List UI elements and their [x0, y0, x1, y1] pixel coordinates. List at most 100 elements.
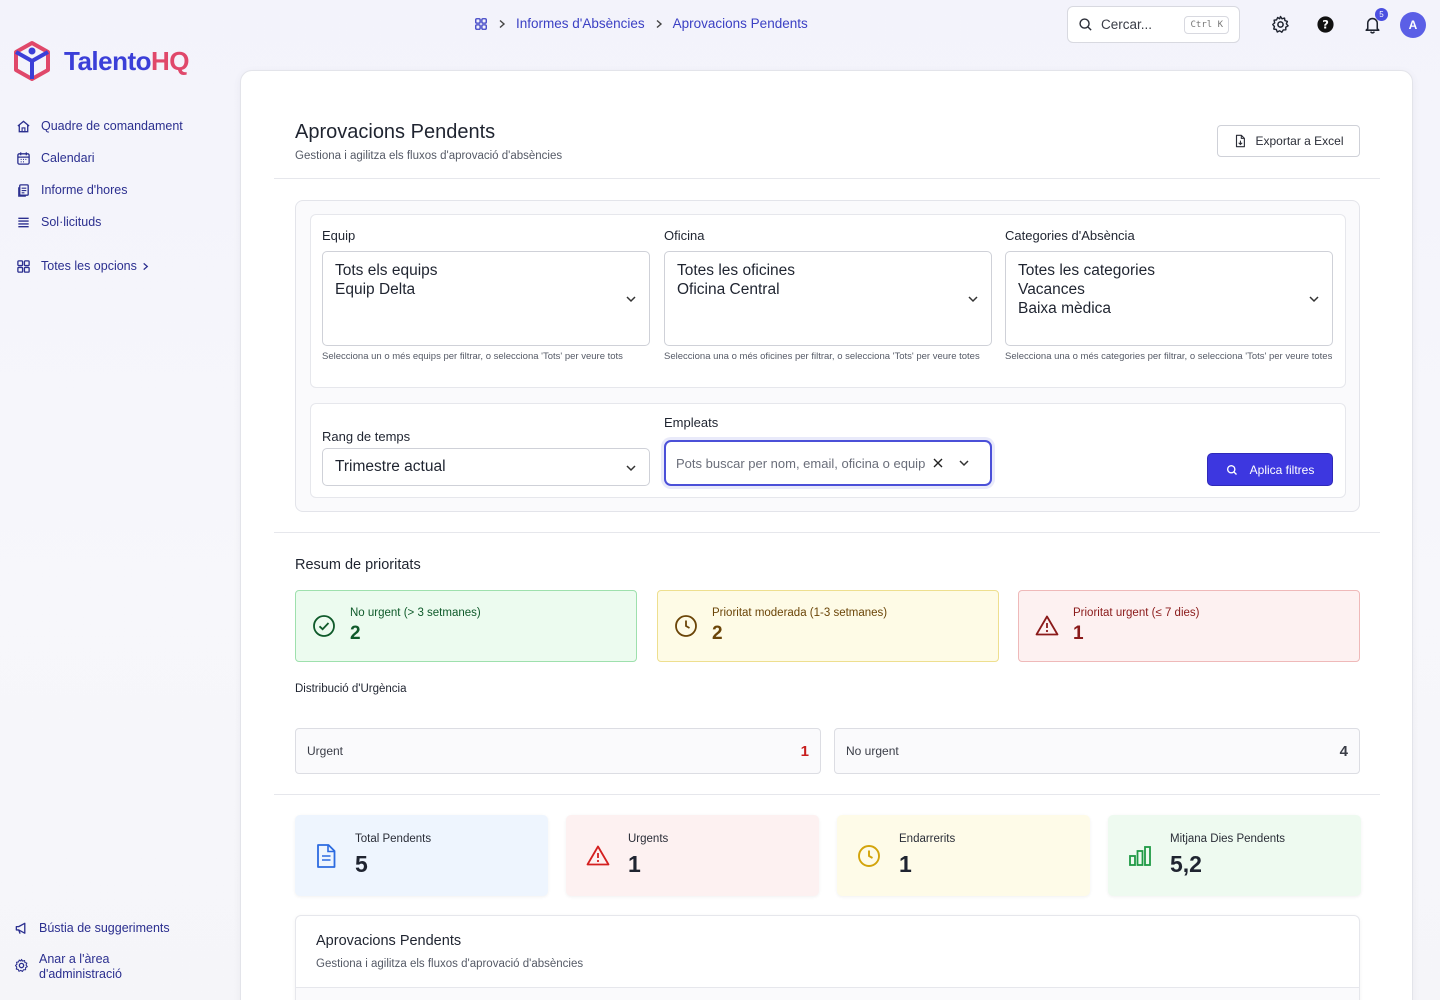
time-range-value: Trimestre actual: [335, 458, 446, 475]
sidebar-item-all-options[interactable]: Totes les opcions: [16, 250, 226, 282]
user-avatar[interactable]: A: [1400, 12, 1426, 38]
chevron-down-icon: [626, 465, 636, 472]
search-input[interactable]: Cercar...: [1101, 17, 1176, 32]
chevron-right-icon: [499, 19, 506, 28]
divider: [274, 178, 1380, 179]
stat-overdue: Endarrerits 1: [837, 815, 1090, 896]
category-help-text: Selecciona una o més categories per filt…: [1005, 351, 1333, 362]
stat-label: Mitjana Dies Pendents: [1170, 833, 1286, 845]
grid-icon: [17, 259, 30, 273]
office-help-text: Selecciona una o més oficines per filtra…: [664, 351, 980, 362]
sidebar-item-admin[interactable]: Anar a l'àrea d'administració: [14, 946, 224, 988]
chevron-down-icon: [626, 296, 636, 303]
office-label: Oficina: [664, 228, 705, 243]
time-range-select[interactable]: Trimestre actual: [322, 448, 650, 486]
notifications-button[interactable]: 5: [1361, 8, 1388, 35]
distribution-label: No urgent: [846, 744, 899, 758]
breadcrumb-section-link[interactable]: Informes d'Absències: [516, 16, 645, 31]
clock-icon: [858, 844, 880, 867]
sidebar-item-label: Bústia de suggeriments: [39, 921, 170, 935]
divider: [274, 532, 1380, 533]
priority-card-not-urgent: No urgent (> 3 setmanes) 2: [295, 590, 637, 662]
report-icon: [18, 183, 29, 197]
priority-card-moderate: Prioritat moderada (1-3 setmanes) 2: [657, 590, 999, 662]
grid-icon[interactable]: [474, 17, 488, 31]
filters-panel: Equip Tots els equips Equip Delta Selecc…: [295, 200, 1360, 512]
team-option: Equip Delta: [335, 281, 416, 298]
table-subtitle: Gestiona i agilitza els fluxos d'aprovac…: [316, 958, 584, 970]
document-icon: [317, 843, 336, 868]
check-circle-icon: [313, 615, 335, 637]
category-option: Vacances: [1018, 281, 1085, 298]
stat-label: Endarrerits: [899, 833, 956, 845]
apply-filters-button[interactable]: Aplica filtres: [1207, 453, 1333, 486]
stat-label: Urgents: [628, 833, 669, 845]
stat-value: 1: [899, 851, 912, 877]
employees-search-input[interactable]: Pots buscar per nom, email, oficina o eq…: [664, 440, 992, 486]
priority-section-title: Resum de prioritats: [295, 557, 421, 573]
chevron-down-icon: [968, 296, 978, 303]
page-subtitle: Gestiona i agilitza els fluxos d'aprovac…: [295, 150, 563, 162]
sidebar-item-dashboard[interactable]: Quadre de comandament: [16, 110, 226, 142]
megaphone-icon: [15, 922, 26, 934]
team-multiselect[interactable]: Tots els equips Equip Delta: [322, 251, 650, 346]
search-box[interactable]: Cercar... Ctrl K: [1067, 6, 1240, 43]
home-icon: [17, 119, 30, 132]
sidebar-bottom: Bústia de suggeriments Anar a l'àrea d'a…: [14, 915, 224, 988]
search-icon: [1079, 18, 1092, 31]
chevron-right-icon: [656, 19, 662, 28]
file-export-icon: [1236, 134, 1246, 148]
bar-chart-icon: [1129, 845, 1151, 866]
sidebar-item-label: Informe d'hores: [41, 183, 128, 197]
gear-icon: [1271, 15, 1289, 33]
team-label: Equip: [322, 228, 356, 243]
team-option: Tots els equips: [335, 262, 438, 279]
warning-icon: [586, 845, 610, 865]
clear-icon[interactable]: [932, 457, 944, 469]
stat-label: Total Pendents: [355, 833, 432, 845]
sidebar-nav: Quadre de comandament Calendari Informe …: [16, 110, 226, 282]
brand-logo[interactable]: TalentoHQ: [12, 40, 190, 82]
help-button[interactable]: ?: [1314, 13, 1336, 35]
divider: [274, 794, 1380, 795]
priority-card-value: 2: [712, 623, 723, 644]
export-excel-button[interactable]: Exportar a Excel: [1217, 125, 1360, 157]
search-shortcut: Ctrl K: [1184, 15, 1229, 34]
sidebar-item-requests[interactable]: Sol·licituds: [16, 206, 226, 238]
brand-name: TalentoHQ: [64, 45, 190, 76]
breadcrumb: Informes d'Absències Aprovacions Pendent…: [474, 16, 808, 31]
distribution-not-urgent: No urgent 4: [834, 728, 1360, 774]
stat-total-pending: Total Pendents 5: [295, 815, 548, 896]
sidebar-item-label: Totes les opcions: [41, 259, 137, 273]
settings-button[interactable]: [1269, 13, 1291, 35]
approvals-table-card: Aprovacions Pendents Gestiona i agilitza…: [295, 915, 1360, 1000]
office-multiselect[interactable]: Totes les oficines Oficina Central: [664, 251, 992, 346]
page-title: Aprovacions Pendents: [295, 121, 496, 143]
main-panel: Aprovacions Pendents Gestiona i agilitza…: [240, 70, 1413, 1000]
distribution-value: 4: [1339, 742, 1348, 760]
sidebar-item-suggestions[interactable]: Bústia de suggeriments: [14, 915, 224, 942]
category-multiselect[interactable]: Totes les categories Vacances Baixa mèdi…: [1005, 251, 1333, 346]
breadcrumb-current[interactable]: Aprovacions Pendents: [673, 16, 808, 31]
priority-card-urgent: Prioritat urgent (≤ 7 dies) 1: [1018, 590, 1360, 662]
stat-urgent: Urgents 1: [566, 815, 819, 896]
filters-row-1: Equip Tots els equips Equip Delta Selecc…: [310, 214, 1346, 388]
time-range-label: Rang de temps: [322, 429, 411, 444]
office-option: Oficina Central: [677, 281, 780, 298]
sidebar-item-calendar[interactable]: Calendari: [16, 142, 226, 174]
help-icon: ?: [1316, 15, 1334, 33]
stat-value: 5: [355, 851, 368, 877]
priority-card-label: No urgent (> 3 setmanes): [350, 607, 481, 619]
stat-avg-days: Mitjana Dies Pendents 5,2: [1108, 815, 1361, 896]
sidebar-item-hours-report[interactable]: Informe d'hores: [16, 174, 226, 206]
category-option: Totes les categories: [1018, 262, 1155, 279]
priority-card-value: 2: [350, 623, 361, 644]
office-option: Totes les oficines: [677, 262, 796, 279]
sidebar-item-label: Sol·licituds: [41, 215, 102, 229]
clock-icon: [675, 615, 697, 637]
sidebar-item-label: Calendari: [41, 151, 95, 165]
sidebar-item-label: Anar a l'àrea d'administració: [39, 952, 122, 981]
table-title: Aprovacions Pendents: [316, 933, 462, 949]
export-label: Exportar a Excel: [1255, 134, 1344, 148]
chevron-down-icon[interactable]: [958, 457, 970, 469]
